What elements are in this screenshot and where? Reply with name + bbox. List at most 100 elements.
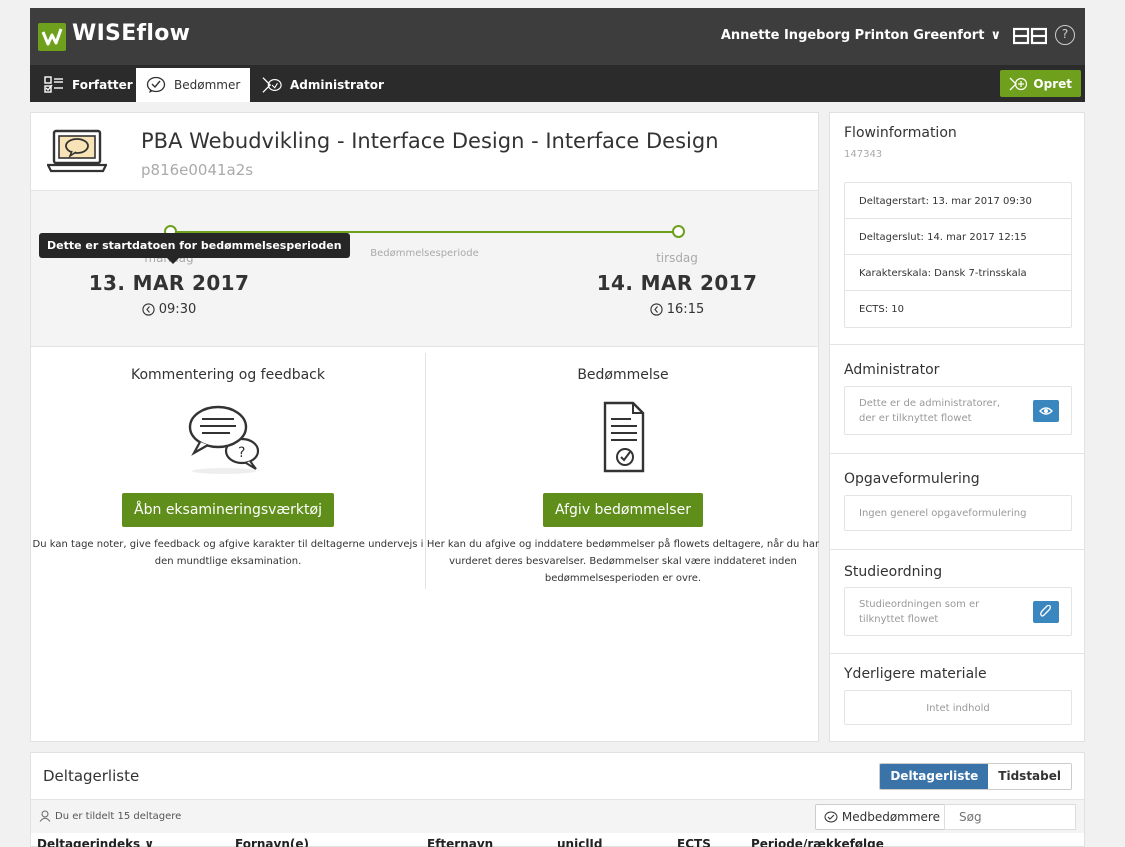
- open-exam-tool-button[interactable]: Åbn eksamineringsværktøj: [122, 493, 334, 527]
- admin-section: Administrator Dette er de administratore…: [830, 345, 1084, 454]
- flow-title-area: PBA Webudvikling - Interface Design - In…: [31, 113, 818, 191]
- study-title: Studieordning: [844, 564, 943, 580]
- end-time: 16:15: [666, 302, 705, 317]
- flowinfo-title: Flowinformation: [844, 125, 957, 141]
- task-text: Ingen generel opgaveformulering: [859, 508, 1027, 519]
- assigned-text: Du er tildelt 15 deltagere: [55, 810, 182, 822]
- tab-bedommer-label: Bedømmer: [174, 78, 241, 92]
- help-icon[interactable]: ?: [1055, 25, 1075, 45]
- extra-material-title: Yderligere materiale: [844, 666, 987, 682]
- eye-icon: [1039, 407, 1053, 415]
- feedback-section: Kommentering og feedback ? Åbn eksaminer…: [31, 367, 425, 570]
- flow-id: 147343: [844, 149, 883, 160]
- flow-code: p816e0041a2s: [141, 161, 254, 179]
- grading-title: Bedømmelse: [577, 367, 669, 383]
- feedback-description: Du kan tage noter, give feedback og afgi…: [31, 536, 425, 570]
- info-row-end: Deltagerslut: 14. mar 2017 12:15: [845, 219, 1071, 255]
- end-day: tirsdag: [656, 251, 698, 265]
- info-row-ects: ECTS: 10: [859, 304, 905, 315]
- speech-bubbles-icon: ?: [188, 405, 260, 474]
- main-nav: Forfatter Bedømmer Administrator Opret: [30, 65, 1085, 102]
- admin-box: Dette er de administratorer, der er tilk…: [844, 386, 1072, 435]
- task-section: Opgaveformulering Ingen generel opgavefo…: [830, 454, 1084, 550]
- feedback-desc-line: den mundtlige eksamination.: [154, 556, 302, 567]
- task-box: Ingen generel opgaveformulering: [844, 495, 1072, 531]
- grading-description: Her kan du afgive og inddatere bedømmels…: [426, 536, 820, 587]
- extra-material-box: Intet indhold: [844, 690, 1072, 725]
- assessor-icon: [146, 76, 166, 93]
- user-menu[interactable]: Annette Ingeborg Printon Greenfort ∨: [721, 28, 1001, 43]
- end-time-row: 16:15: [577, 302, 777, 317]
- tab-bedommer[interactable]: Bedømmer: [136, 68, 251, 102]
- participant-list: Deltagerliste Deltagerliste Tidstabel Du…: [30, 752, 1085, 847]
- author-icon: [44, 76, 63, 93]
- user-name: Annette Ingeborg Printon Greenfort: [720, 28, 985, 43]
- create-button-label: Opret: [1033, 76, 1072, 91]
- task-title: Opgaveformulering: [844, 471, 980, 487]
- tab-forfatter-label: Forfatter: [72, 78, 133, 92]
- grading-desc-line: Her kan du afgive og inddatere bedømmels…: [426, 539, 820, 550]
- ea-logo-icon: [1013, 27, 1047, 45]
- wiseflow-logo-icon: [38, 23, 66, 51]
- study-section: Studieordning Studieordningen som er til…: [830, 550, 1084, 654]
- start-time-row: 09:30: [69, 302, 269, 317]
- submit-grades-button[interactable]: Afgiv bedømmelser: [543, 493, 703, 527]
- svg-text:?: ?: [238, 445, 245, 461]
- user-icon: [39, 810, 51, 822]
- clock-icon: [142, 303, 155, 316]
- app-header: WISEflow Annette Ingeborg Printon Greenf…: [30, 8, 1085, 65]
- extra-material-section: Yderligere materiale Intet indhold: [830, 654, 1084, 742]
- column-header-lastname[interactable]: Efternavn: [427, 837, 493, 847]
- search-input[interactable]: [944, 804, 1076, 830]
- tab-administrator-label: Administrator: [290, 78, 384, 92]
- tab-forfatter[interactable]: Forfatter: [34, 68, 143, 102]
- assigned-count: Du er tildelt 15 deltagere: [39, 810, 181, 822]
- flowinfo-box: Deltagerstart: 13. mar 2017 09:30 Deltag…: [844, 182, 1072, 328]
- column-header-uniclid[interactable]: uniclId: [557, 837, 602, 847]
- end-date: 14. MAR 2017: [596, 271, 758, 295]
- view-schedule-button[interactable]: Tidstabel: [988, 764, 1071, 789]
- laptop-chat-icon: [47, 129, 107, 173]
- create-icon: [1009, 77, 1028, 90]
- tab-administrator[interactable]: Administrator: [252, 68, 394, 102]
- column-header-firstname[interactable]: Fornavn(e): [235, 837, 309, 847]
- column-header-ects[interactable]: ECTS: [677, 837, 711, 847]
- grading-desc-line: bedømmelsesperioden er ovre.: [544, 573, 702, 584]
- column-header-index[interactable]: Deltagerindeks ∨: [37, 837, 154, 847]
- admin-text: Dette er de administratorer, der er tilk…: [859, 398, 1001, 424]
- co-assessors-button[interactable]: Medbedømmere: [814, 804, 949, 830]
- study-text: Studieordningen som er tilknyttet flowet: [859, 599, 980, 625]
- grading-section: Bedømmelse Afgiv bedømmelser Her kan du …: [426, 367, 820, 587]
- flow-sidebar: Flowinformation 147343 Deltagerstart: 13…: [829, 112, 1085, 742]
- feedback-title: Kommentering og feedback: [131, 367, 325, 383]
- info-row-start: Deltagerstart: 13. mar 2017 09:30: [845, 183, 1071, 219]
- info-row-scale: Karakterskala: Dansk 7-trinsskala: [845, 255, 1071, 291]
- open-curriculum-button[interactable]: [1033, 601, 1059, 623]
- assessor-icon: [824, 811, 838, 823]
- admin-title: Administrator: [844, 362, 940, 378]
- start-date: 13. MAR 2017: [88, 271, 250, 295]
- admin-icon: [262, 77, 282, 93]
- assessment-period: Bedømmelsesperiode Dette er startdatoen …: [31, 191, 818, 347]
- start-date-tooltip: Dette er startdatoen for bedømmelsesperi…: [39, 233, 350, 264]
- create-button[interactable]: Opret: [1000, 70, 1081, 97]
- chevron-down-icon: ∨: [990, 28, 1001, 43]
- period-end-marker[interactable]: [672, 225, 685, 238]
- flow-overview-card: PBA Webudvikling - Interface Design - In…: [30, 112, 819, 742]
- view-participant-list-button[interactable]: Deltagerliste: [880, 764, 989, 789]
- flowinfo-section: Flowinformation 147343 Deltagerstart: 13…: [830, 113, 1084, 345]
- co-assessors-label: Medbedømmere: [841, 810, 940, 824]
- page-title: PBA Webudvikling - Interface Design - In…: [141, 129, 719, 153]
- document-check-icon: [603, 401, 645, 473]
- view-admins-button[interactable]: [1033, 400, 1059, 422]
- feedback-desc-line: Du kan tage noter, give feedback og afgi…: [32, 539, 424, 550]
- column-header-period[interactable]: Periode/rækkefølge: [751, 837, 884, 847]
- view-toggle: Deltagerliste Tidstabel: [879, 763, 1072, 790]
- study-box: Studieordningen som er tilknyttet flowet: [844, 587, 1072, 636]
- grading-desc-line: vurderet deres besvarelser. Bedømmelser …: [449, 556, 797, 567]
- clock-icon: [650, 303, 663, 316]
- participant-toolbar: Du er tildelt 15 deltagere Medbedømmere: [31, 799, 1084, 833]
- start-time: 09:30: [158, 302, 197, 317]
- brand-name[interactable]: WISEflow: [72, 21, 190, 46]
- extra-material-text: Intet indhold: [926, 703, 990, 714]
